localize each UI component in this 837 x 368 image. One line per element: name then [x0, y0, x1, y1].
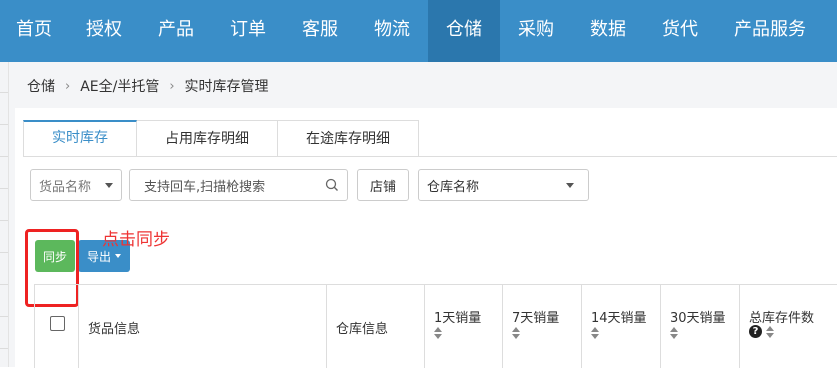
- search-icon[interactable]: [325, 178, 339, 192]
- header-sales-7d: 7天销量: [512, 311, 560, 326]
- annotation-text: 点击同步: [102, 230, 170, 250]
- help-icon[interactable]: ?: [749, 325, 762, 338]
- search-placeholder: 支持回车,扫描枪搜索: [144, 179, 266, 195]
- goods-name-select[interactable]: 货品名称: [30, 169, 122, 201]
- sort-icon[interactable]: [512, 327, 520, 339]
- tab-realtime-inventory[interactable]: 实时库存: [23, 120, 137, 156]
- left-sidebar-strip: [0, 62, 9, 367]
- sort-icon[interactable]: [670, 327, 678, 339]
- table-header-sales-1d[interactable]: 1天销量: [424, 285, 502, 368]
- chevron-right-icon: ›: [65, 78, 71, 94]
- top-nav: 首页 授权 产品 订单 客服 物流 仓储 采购 数据 货代 产品服务: [0, 0, 837, 62]
- nav-freight[interactable]: 货代: [644, 0, 716, 62]
- nav-home[interactable]: 首页: [0, 0, 68, 62]
- table-header-goods: 货品信息: [78, 285, 326, 368]
- search-input[interactable]: 支持回车,扫描枪搜索: [129, 169, 348, 201]
- tab-in-transit-inventory[interactable]: 在途库存明细: [278, 120, 419, 156]
- table-header-sales-14d[interactable]: 14天销量: [581, 285, 660, 368]
- sort-icon[interactable]: [766, 325, 774, 338]
- warehouse-name-select[interactable]: 仓库名称: [418, 169, 589, 201]
- export-button-label: 导出: [86, 249, 111, 264]
- nav-purchasing[interactable]: 采购: [500, 0, 572, 62]
- toolbar: 同步 导出 点击同步 货品信息 仓库信息 1天销量 7天销量 14天销量 30天…: [15, 228, 837, 368]
- nav-products[interactable]: 产品: [140, 0, 212, 62]
- nav-data[interactable]: 数据: [572, 0, 644, 62]
- table-header-sales-30d[interactable]: 30天销量: [660, 285, 739, 368]
- sidebar-divider: [0, 124, 8, 125]
- table-header-warehouse: 仓库信息: [326, 285, 424, 368]
- sidebar-divider: [0, 316, 8, 317]
- sidebar-divider: [0, 188, 8, 189]
- header-warehouse-info: 仓库信息: [336, 322, 389, 337]
- nav-authorization[interactable]: 授权: [68, 0, 140, 62]
- tab-occupied-inventory[interactable]: 占用库存明细: [137, 120, 278, 156]
- sidebar-divider: [0, 252, 8, 253]
- table-header-total-stock[interactable]: 总库存件数 ?: [739, 285, 837, 368]
- tab-bar: 实时库存 占用库存明细 在途库存明细: [23, 120, 419, 156]
- breadcrumb-current: 实时库存管理: [184, 79, 269, 95]
- select-all-checkbox[interactable]: [50, 316, 65, 331]
- breadcrumb-ae-managed[interactable]: AE全/半托管: [80, 76, 159, 96]
- sidebar-divider: [0, 156, 8, 157]
- main-content: 仓储 › AE全/半托管 › 实时库存管理 实时库存 占用库存明细 在途库存明细…: [9, 62, 837, 368]
- nav-warehouse[interactable]: 仓储: [428, 0, 500, 62]
- goods-name-select-value: 货品名称: [39, 179, 92, 195]
- sidebar-divider: [0, 348, 8, 349]
- total-stock-controls: ?: [749, 325, 774, 338]
- filter-bar: 货品名称 支持回车,扫描枪搜索 店铺 仓库名称: [15, 157, 837, 213]
- inventory-table: 货品信息 仓库信息 1天销量 7天销量 14天销量 30天销量 总库存件数 ?: [34, 284, 837, 368]
- sidebar-divider: [0, 220, 8, 221]
- table-header-sales-7d[interactable]: 7天销量: [502, 285, 581, 368]
- content-panel: 实时库存 占用库存明细 在途库存明细 货品名称 支持回车,扫描枪搜索 店铺 仓库…: [15, 108, 837, 368]
- breadcrumb: 仓储 › AE全/半托管 › 实时库存管理: [27, 76, 269, 96]
- header-sales-14d: 14天销量: [591, 311, 647, 326]
- chevron-down-icon: [115, 254, 121, 258]
- nav-logistics[interactable]: 物流: [356, 0, 428, 62]
- sort-icon[interactable]: [434, 327, 442, 339]
- chevron-right-icon: ›: [169, 78, 175, 94]
- chevron-down-icon: [105, 182, 113, 188]
- header-goods-info: 货品信息: [88, 322, 141, 337]
- sort-icon[interactable]: [591, 327, 599, 339]
- table-header-select: [34, 285, 78, 368]
- nav-customer-service[interactable]: 客服: [284, 0, 356, 62]
- header-sales-30d: 30天销量: [670, 311, 726, 326]
- sidebar-divider: [0, 284, 8, 285]
- header-total-stock: 总库存件数: [749, 311, 815, 326]
- warehouse-name-select-value: 仓库名称: [427, 179, 480, 195]
- header-sales-1d: 1天销量: [434, 311, 482, 326]
- sidebar-divider: [0, 92, 8, 93]
- nav-product-services[interactable]: 产品服务: [716, 0, 824, 62]
- chevron-down-icon: [566, 182, 574, 188]
- store-button[interactable]: 店铺: [357, 169, 409, 201]
- breadcrumb-warehouse[interactable]: 仓储: [27, 76, 55, 96]
- nav-orders[interactable]: 订单: [212, 0, 284, 62]
